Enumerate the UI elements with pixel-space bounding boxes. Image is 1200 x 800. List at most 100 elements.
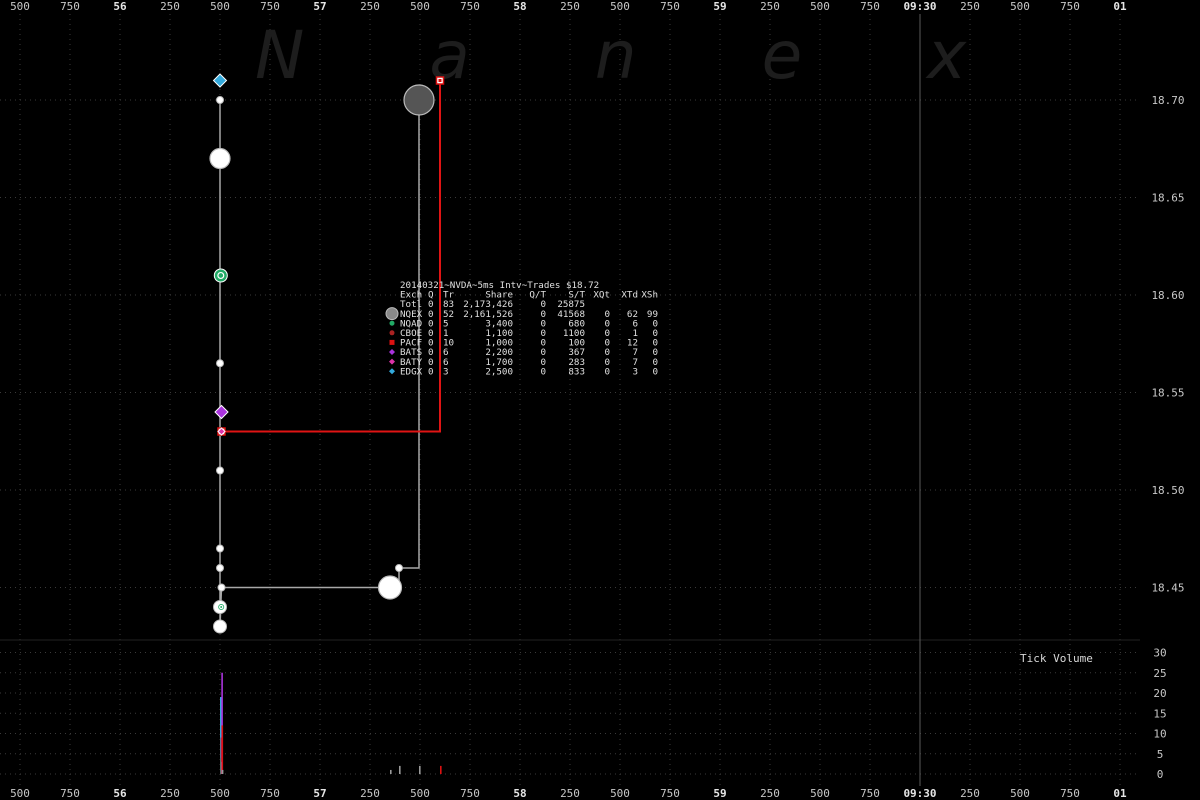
x-tick-label-bottom: 500 xyxy=(210,787,230,800)
volume-bar xyxy=(419,765,421,774)
trade-marker-nqad xyxy=(213,268,228,283)
legend-marker-icon xyxy=(389,358,395,365)
y-tick-label: 18.45 xyxy=(1151,582,1184,595)
x-tick-label-top: 750 xyxy=(260,0,280,13)
x-tick-label-bottom: 750 xyxy=(660,787,680,800)
trade-marker-nqex xyxy=(209,147,231,170)
legend-cell: 0 xyxy=(652,366,658,377)
legend-cell: 0 xyxy=(428,366,434,377)
x-tick-label-bottom: 750 xyxy=(260,787,280,800)
x-tick-label-top: 09:30 xyxy=(903,0,936,13)
x-tick-label-bottom: 500 xyxy=(810,787,830,800)
x-tick-label-top: 750 xyxy=(860,0,880,13)
price-path-nqex xyxy=(219,100,420,627)
x-tick-label-bottom: 56 xyxy=(113,787,127,800)
volume-axis-label: Tick Volume xyxy=(1020,652,1093,665)
x-tick-label-bottom: 750 xyxy=(460,787,480,800)
volume-tick-label: 30 xyxy=(1153,647,1166,660)
volume-bars xyxy=(220,672,442,774)
legend-cell: 2,500 xyxy=(485,366,513,377)
volume-bar xyxy=(440,765,442,774)
legend-column-header: XTd xyxy=(621,290,638,301)
x-tick-label-top: 750 xyxy=(1060,0,1080,13)
x-tick-label-top: 250 xyxy=(760,0,780,13)
x-tick-label-top: 01 xyxy=(1113,0,1127,13)
volume-bar xyxy=(399,765,401,774)
volume-bar xyxy=(390,769,392,774)
x-tick-label-top: 500 xyxy=(410,0,430,13)
legend-marker-icon xyxy=(385,307,399,321)
x-tick-label-top: 250 xyxy=(360,0,380,13)
legend-marker-icon xyxy=(389,339,395,345)
x-tick-label-bottom: 250 xyxy=(560,787,580,800)
y-axis-price: 18.70 18.65 18.60 18.55 18.50 18.45 xyxy=(1151,94,1184,595)
legend-marker-icon xyxy=(389,368,395,375)
x-tick-label-bottom: 500 xyxy=(610,787,630,800)
trade-marker-nqex xyxy=(216,359,224,368)
legend-cell: 833 xyxy=(568,366,585,377)
trade-marker-pacf-core xyxy=(438,79,442,82)
legend-marker-icon xyxy=(389,349,395,355)
x-tick-label-bottom: 250 xyxy=(760,787,780,800)
trade-marker-nqex xyxy=(403,84,435,116)
trade-marker-bats xyxy=(214,404,229,420)
legend-marker-icon xyxy=(389,320,395,326)
trade-marker-nqex xyxy=(216,544,224,553)
trade-marker-nqex xyxy=(377,575,403,600)
volume-tick-label: 0 xyxy=(1157,768,1164,781)
legend-cell: 3 xyxy=(443,366,449,377)
x-tick-label-bottom: 250 xyxy=(360,787,380,800)
legend-column-header: XSh xyxy=(641,290,658,301)
y-axis-volume: 30 25 20 15 10 5 0 xyxy=(1153,647,1166,782)
x-tick-label-top: 750 xyxy=(60,0,80,13)
grid-lines xyxy=(0,14,1140,786)
x-tick-label-top: 750 xyxy=(460,0,480,13)
x-tick-label-bottom: 500 xyxy=(1010,787,1030,800)
volume-tick-label: 20 xyxy=(1153,687,1166,700)
y-tick-label: 18.65 xyxy=(1151,192,1184,205)
x-tick-label-bottom: 58 xyxy=(513,787,526,800)
x-tick-label-bottom: 250 xyxy=(160,787,180,800)
y-tick-label: 18.50 xyxy=(1151,484,1184,497)
volume-tick-label: 10 xyxy=(1153,728,1166,741)
trade-marker-nqex xyxy=(395,564,403,572)
trade-marker-nqex xyxy=(216,564,224,572)
x-tick-label-top: 500 xyxy=(1010,0,1030,13)
y-tick-label: 18.55 xyxy=(1151,387,1184,400)
x-tick-label-bottom: 750 xyxy=(60,787,80,800)
legend-marker-icon xyxy=(389,330,395,336)
x-tick-label-bottom: 59 xyxy=(713,787,726,800)
trade-marker-nqex xyxy=(216,96,224,104)
legend-cell: EDGX xyxy=(400,366,423,377)
x-tick-label-top: 57 xyxy=(313,0,326,13)
volume-tick-label: 15 xyxy=(1153,707,1166,720)
trade-marker-nqex xyxy=(213,619,227,634)
x-tick-label-bottom: 750 xyxy=(860,787,880,800)
trade-marker-nqex xyxy=(216,466,224,475)
volume-tick-label: 25 xyxy=(1153,667,1166,680)
x-axis-top: 500 750 56 250 500 750 57 250 500 750 58 250 500 750 5… xyxy=(10,0,1127,13)
x-tick-label-top: 250 xyxy=(160,0,180,13)
x-tick-label-bottom: 250 xyxy=(960,787,980,800)
x-tick-label-bottom: 09:30 xyxy=(903,787,936,800)
exchange-legend: 20140321~NVDA~5ms Intv~Trades $18.72Exch… xyxy=(385,280,658,377)
x-tick-label-top: 250 xyxy=(560,0,580,13)
x-tick-label-bottom: 750 xyxy=(1060,787,1080,800)
nanex-watermark: N a n e x xyxy=(255,17,1018,94)
x-tick-label-top: 59 xyxy=(713,0,726,13)
x-tick-label-bottom: 500 xyxy=(10,787,30,800)
y-tick-label: 18.60 xyxy=(1151,289,1184,302)
price-path-pacf xyxy=(221,80,441,433)
x-tick-label-top: 250 xyxy=(960,0,980,13)
nanex-trade-chart: N a n e x 500 750 56 250 500 750 57 250 500 750 58… xyxy=(0,0,1185,800)
legend-cell: 3 xyxy=(632,366,638,377)
x-tick-label-top: 500 xyxy=(210,0,230,13)
x-tick-label-top: 58 xyxy=(513,0,526,13)
x-tick-label-top: 500 xyxy=(10,0,30,13)
trade-marker-nqex xyxy=(217,583,226,592)
x-tick-label-bottom: 01 xyxy=(1113,787,1127,800)
x-tick-label-bottom: 57 xyxy=(313,787,326,800)
volume-bar xyxy=(221,725,224,774)
legend-cell: 0 xyxy=(540,366,546,377)
x-tick-label-top: 500 xyxy=(610,0,630,13)
